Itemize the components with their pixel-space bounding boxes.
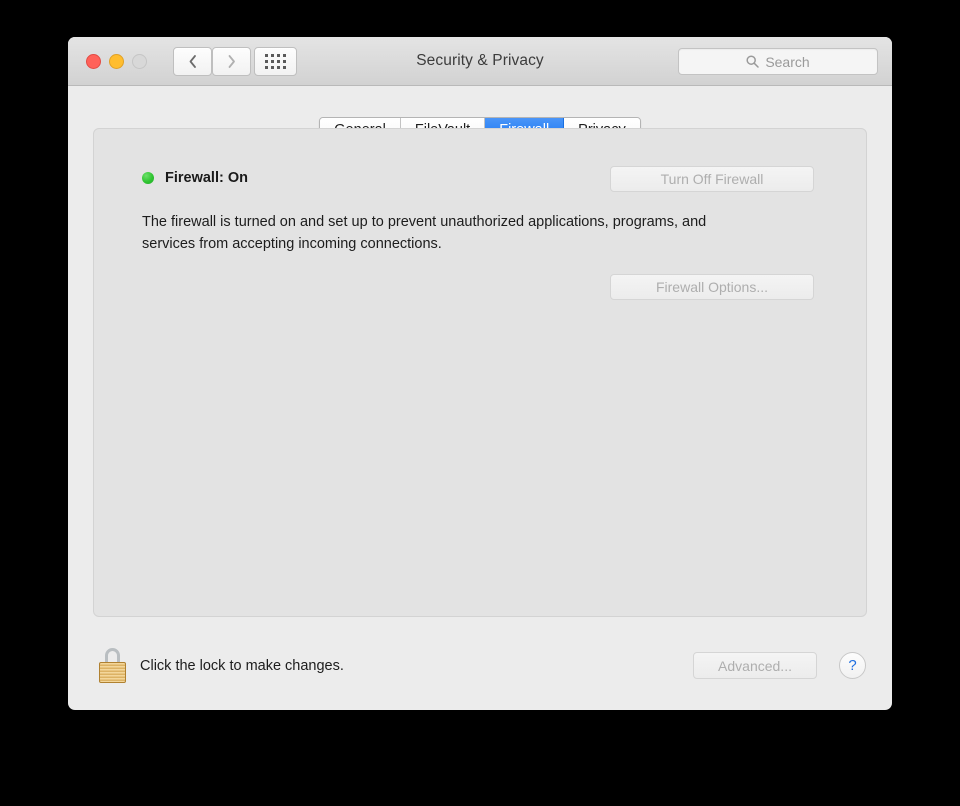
firewall-options-button[interactable]: Firewall Options... (610, 274, 814, 300)
search-icon (746, 55, 759, 68)
search-input[interactable]: Search (678, 48, 878, 75)
firewall-description: The firewall is turned on and set up to … (142, 211, 742, 255)
firewall-panel: Firewall: On Turn Off Firewall The firew… (93, 128, 867, 617)
firewall-status: Firewall: On (142, 170, 248, 186)
help-button[interactable]: ? (839, 652, 866, 679)
lock-area[interactable]: Click the lock to make changes. (99, 648, 344, 683)
lock-label: Click the lock to make changes. (140, 658, 344, 674)
advanced-button[interactable]: Advanced... (693, 652, 817, 679)
window-titlebar: Security & Privacy Search (68, 37, 892, 86)
lock-closed-icon[interactable] (99, 648, 126, 683)
status-dot-green-icon (142, 172, 154, 184)
preferences-window: Security & Privacy Search General FileVa… (68, 37, 892, 710)
search-placeholder: Search (765, 54, 809, 70)
firewall-status-label: Firewall: On (165, 170, 248, 186)
turn-off-firewall-button[interactable]: Turn Off Firewall (610, 166, 814, 192)
